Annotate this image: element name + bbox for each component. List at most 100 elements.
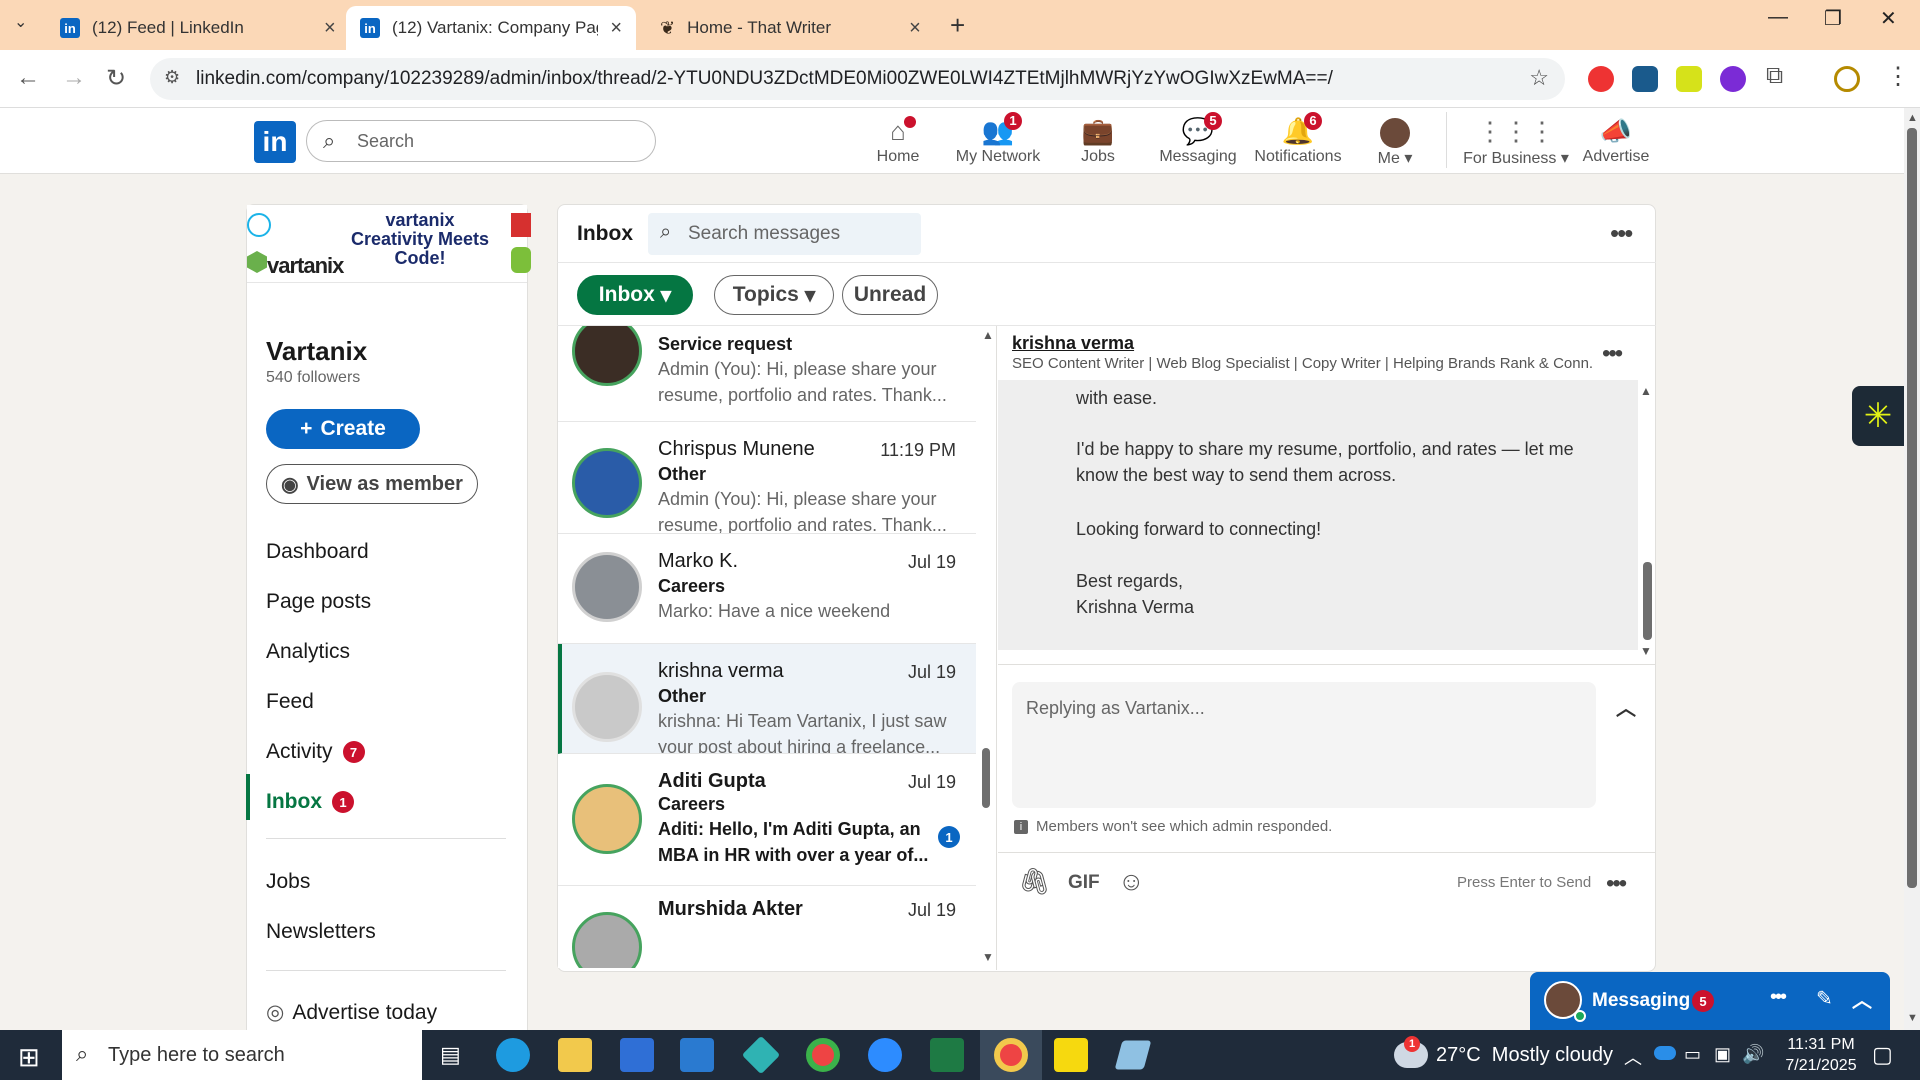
expand-chevron-icon[interactable]: ︿ — [1616, 692, 1636, 721]
minimize-icon[interactable]: — — [1768, 6, 1788, 29]
list-item-selected[interactable]: krishna verma Jul 19 Other krishna: Hi T… — [558, 644, 976, 754]
nav-jobs[interactable]: 💼 Jobs — [1048, 112, 1148, 172]
extension-circle-icon[interactable] — [1720, 66, 1746, 92]
attachment-paperclip-icon[interactable]: 🖇 — [1018, 866, 1051, 897]
nav-my-network[interactable]: 👥 1 My Network — [948, 112, 1048, 172]
unread-filter-button[interactable]: Unread — [842, 275, 938, 315]
list-scrollbar-thumb[interactable] — [982, 748, 990, 808]
new-tab-icon[interactable]: + — [950, 10, 965, 41]
chrome-icon[interactable] — [806, 1038, 840, 1072]
extensions-puzzle-icon[interactable]: ⧉ — [1766, 62, 1783, 90]
linkedin-search-input[interactable]: ⌕ Search — [306, 120, 656, 162]
linkedin-logo-icon[interactable]: in — [254, 121, 296, 163]
weather-text[interactable]: 27°C Mostly cloudy — [1436, 1044, 1613, 1067]
network-icon[interactable]: ▣ — [1714, 1044, 1731, 1065]
close-icon[interactable]: × — [909, 17, 921, 40]
nav-advertise[interactable]: 📣 Advertise — [1566, 112, 1666, 172]
bookmark-star-icon[interactable]: ☆ — [1529, 65, 1549, 91]
message-scrollbar-thumb[interactable] — [1643, 562, 1652, 640]
notification-center-icon[interactable]: ▢ — [1872, 1042, 1893, 1068]
list-item[interactable]: Murshida Akter Jul 19 — [558, 886, 976, 968]
list-item[interactable]: Service request Admin (You): Hi, please … — [558, 326, 976, 422]
more-options-icon[interactable]: ••• — [1610, 218, 1633, 249]
scroll-up-arrow-icon[interactable]: ▲ — [1640, 384, 1652, 398]
floating-extension-icon[interactable]: ✳ — [1852, 386, 1904, 446]
windows-start-icon[interactable]: ⊞ — [18, 1042, 40, 1073]
nav-notifications[interactable]: 🔔 6 Notifications — [1248, 112, 1348, 172]
address-bar[interactable]: ⚙ linkedin.com/company/102239289/admin/i… — [150, 58, 1565, 100]
battery-icon[interactable]: ▭ — [1684, 1044, 1701, 1065]
close-icon[interactable]: × — [610, 17, 622, 40]
forward-icon[interactable]: → — [62, 64, 86, 92]
extension-asterisk-icon[interactable] — [1676, 66, 1702, 92]
volume-icon[interactable]: 🔊 — [1742, 1044, 1764, 1065]
nav-me[interactable]: Me ▾ — [1348, 112, 1442, 172]
profile-avatar-icon[interactable] — [1834, 66, 1860, 92]
sidebar-item-activity[interactable]: Activity 7 — [266, 740, 365, 764]
close-icon[interactable]: × — [324, 17, 336, 40]
nav-messaging[interactable]: 💬 5 Messaging — [1148, 112, 1248, 172]
extension-screen-icon[interactable] — [1632, 66, 1658, 92]
scroll-down-arrow-icon[interactable]: ▼ — [982, 950, 994, 964]
tab-that-writer[interactable]: ❦ Home - That Writer × — [646, 6, 935, 50]
scroll-down-arrow-icon[interactable]: ▼ — [1640, 644, 1652, 658]
reload-icon[interactable]: ↻ — [106, 64, 126, 93]
search-messages-input[interactable]: ⌕ Search messages — [648, 213, 921, 255]
tab-linkedin-feed[interactable]: in (12) Feed | LinkedIn × — [46, 6, 350, 50]
messaging-more-icon[interactable]: ••• — [1770, 986, 1787, 1009]
inbox-filter-dropdown[interactable]: Inbox ▾ — [577, 275, 693, 315]
sidebar-item-newsletters[interactable]: Newsletters — [266, 920, 376, 944]
chrome-menu-icon[interactable]: ⋮ — [1886, 62, 1910, 91]
expand-chevron-icon[interactable]: ︿ — [1852, 984, 1872, 1013]
list-item[interactable]: Chrispus Munene 11:19 PM Other Admin (Yo… — [558, 422, 976, 534]
store-icon[interactable] — [620, 1038, 654, 1072]
nav-for-business[interactable]: ⋮⋮⋮ For Business ▾ — [1456, 112, 1576, 172]
feather-icon: ❦ — [660, 17, 676, 38]
window-close-icon[interactable]: ✕ — [1880, 6, 1897, 31]
page-scrollbar-thumb[interactable] — [1907, 128, 1917, 888]
create-button[interactable]: + Create — [266, 409, 420, 449]
sidebar-item-inbox[interactable]: Inbox 1 — [266, 790, 354, 814]
zoom-icon[interactable] — [868, 1038, 902, 1072]
system-clock[interactable]: 11:31 PM 7/21/2025 — [1776, 1034, 1866, 1076]
edge-icon[interactable] — [496, 1038, 530, 1072]
taskbar-search-input[interactable]: ⌕ Type here to search — [62, 1030, 422, 1080]
emoji-icon[interactable]: ☺ — [1118, 866, 1145, 897]
thread-contact-name[interactable]: krishna verma — [1012, 333, 1134, 354]
sidebar-item-analytics[interactable]: Analytics — [266, 640, 350, 664]
extension-pokeball-icon[interactable] — [1588, 66, 1614, 92]
send-options-icon[interactable]: ••• — [1606, 870, 1627, 898]
gif-button[interactable]: GIF — [1068, 872, 1100, 894]
scroll-down-arrow-icon[interactable]: ▼ — [1907, 1012, 1918, 1024]
scroll-up-arrow-icon[interactable]: ▲ — [1907, 112, 1918, 124]
tab-search-chevron-icon[interactable]: ⌄ — [14, 12, 27, 32]
show-hidden-icons-icon[interactable]: ︿ — [1624, 1044, 1642, 1070]
thread-more-icon[interactable]: ••• — [1602, 340, 1623, 368]
file-explorer-icon[interactable] — [558, 1038, 592, 1072]
task-view-icon[interactable]: ▤ — [440, 1042, 461, 1068]
sticky-notes-icon[interactable] — [1054, 1038, 1088, 1072]
messaging-widget[interactable]: Messaging 5 ••• ✎ ︿ — [1530, 972, 1890, 1030]
sidebar-item-jobs[interactable]: Jobs — [266, 870, 310, 894]
sidebar-item-page-posts[interactable]: Page posts — [266, 590, 371, 614]
sidebar-item-dashboard[interactable]: Dashboard — [266, 540, 369, 564]
reply-input[interactable]: Replying as Vartanix... — [1012, 682, 1596, 808]
scroll-up-arrow-icon[interactable]: ▲ — [982, 328, 994, 342]
sidebar-item-label: Dashboard — [266, 540, 369, 563]
sidebar-item-advertise-today[interactable]: ◎ Advertise today — [266, 1000, 437, 1025]
view-as-member-button[interactable]: ◉ View as member — [266, 464, 478, 504]
site-info-icon[interactable]: ⚙ — [164, 67, 180, 88]
list-item[interactable]: Aditi Gupta Jul 19 Careers Aditi: Hello,… — [558, 754, 976, 886]
nav-home[interactable]: ⌂ Home — [848, 112, 948, 172]
tab-vartanix-company-page[interactable]: in (12) Vartanix: Company Page Ac × — [346, 6, 636, 50]
back-icon[interactable]: ← — [16, 64, 40, 92]
excel-icon[interactable] — [930, 1038, 964, 1072]
chrome-profile-icon[interactable] — [994, 1038, 1028, 1072]
mail-icon[interactable] — [680, 1038, 714, 1072]
list-item[interactable]: Marko K. Jul 19 Careers Marko: Have a ni… — [558, 534, 976, 644]
onedrive-icon[interactable] — [1654, 1046, 1676, 1060]
topics-filter-dropdown[interactable]: Topics ▾ — [714, 275, 834, 315]
sidebar-item-feed[interactable]: Feed — [266, 690, 314, 714]
restore-icon[interactable]: ❐ — [1824, 6, 1842, 31]
compose-icon[interactable]: ✎ — [1816, 986, 1833, 1011]
